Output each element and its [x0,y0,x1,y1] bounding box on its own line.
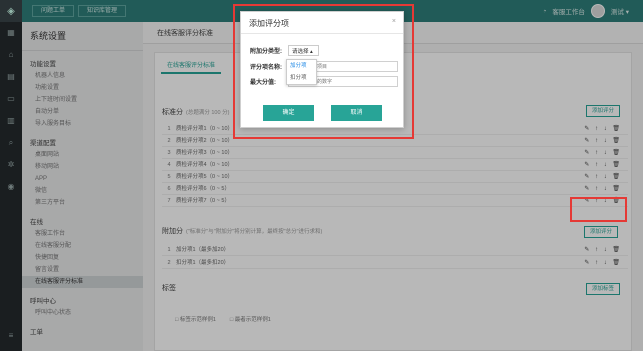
highlight-box-dialog [233,4,414,139]
highlight-box-add-bonus [570,197,627,222]
